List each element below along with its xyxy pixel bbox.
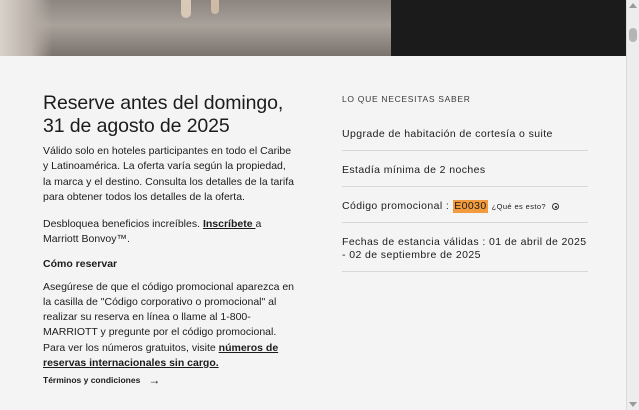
terms-label: Términos y condiciones — [43, 375, 141, 385]
terms-link[interactable]: Términos y condiciones → — [43, 373, 160, 387]
hero-image — [0, 0, 627, 56]
detail-item-dates: Fechas de estancia válidas : 01 de abril… — [342, 223, 588, 272]
promo-code-help-link[interactable]: ¿Qué es esto? — [492, 200, 546, 213]
promo-code-value: E0030 — [453, 200, 488, 213]
offer-title-line2: 31 de agosto de 2025 — [43, 115, 230, 137]
promo-code-label: Código promocional : — [342, 200, 450, 212]
figure-decor-2 — [211, 0, 219, 14]
scroll-up-icon[interactable] — [629, 3, 637, 8]
offer-title-line1: Reserve antes del domingo, — [43, 92, 284, 114]
detail-item-upgrade: Upgrade de habitación de cortesía o suit… — [342, 115, 588, 151]
hero-dark-panel — [391, 0, 627, 56]
scrollbar[interactable] — [626, 0, 639, 410]
detail-item-promo-code: Código promocional : E0030 ¿Qué es esto? — [342, 187, 588, 223]
offer-section: Reserve antes del domingo, 31 de agosto … — [43, 92, 295, 371]
arrow-right-icon: → — [148, 373, 161, 387]
curtain-decor — [0, 0, 52, 56]
unlock-text: Desbloquea beneficios increíbles. — [43, 218, 203, 231]
details-section: LO QUE NECESITAS SABER Upgrade de habita… — [342, 93, 588, 272]
unlock-benefits: Desbloquea beneficios increíbles. Inscrí… — [43, 217, 295, 248]
figure-decor — [181, 0, 191, 18]
scroll-thumb[interactable] — [629, 28, 637, 42]
offer-title: Reserve antes del domingo, 31 de agosto … — [43, 92, 295, 138]
detail-item-min-stay: Estadía mínima de 2 noches — [342, 151, 588, 187]
details-kicker: LO QUE NECESITAS SABER — [342, 94, 471, 104]
scroll-down-icon[interactable] — [629, 402, 637, 407]
how-to-book-text: Asegúrese de que el código promocional a… — [43, 280, 295, 371]
offer-description: Válido solo en hoteles participantes en … — [43, 145, 294, 203]
enroll-link[interactable]: Inscríbete — [203, 218, 256, 230]
info-icon[interactable] — [552, 203, 560, 210]
how-to-book-title: Cómo reservar — [43, 257, 118, 270]
hero-photo — [0, 0, 391, 56]
